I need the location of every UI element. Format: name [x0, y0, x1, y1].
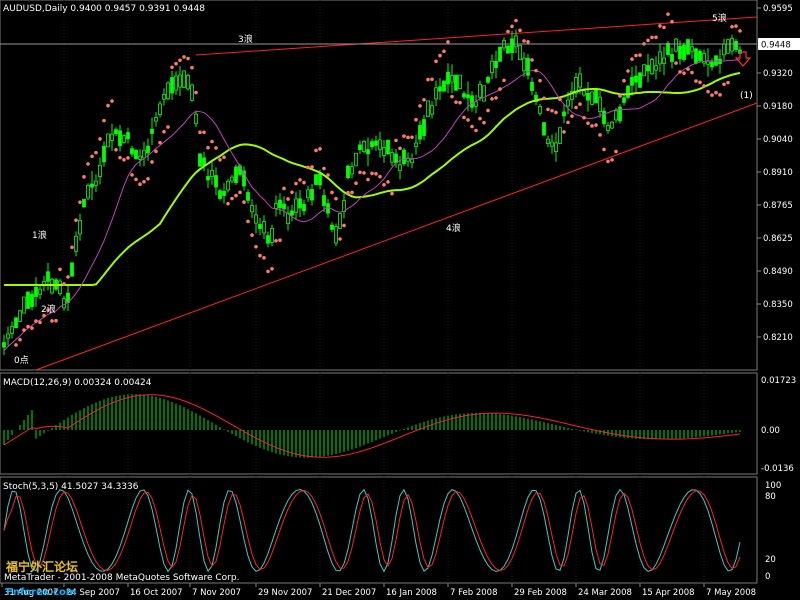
price-tick-label: 0.8490: [763, 267, 793, 277]
wave-label-5: 5浪: [712, 12, 727, 24]
time-tick-label: 24 Mar 2008: [578, 588, 632, 598]
price-tick-label: 0.8765: [763, 201, 793, 211]
price-tick-label: 0.9320: [763, 69, 793, 79]
wave-label-2: 2浪: [41, 303, 56, 315]
time-tick-label: 29 Nov 2007: [258, 588, 312, 598]
time-tick-label: 29 Feb 2008: [514, 588, 567, 598]
price-tick-label: 0.9180: [763, 102, 793, 112]
macd-header: MACD(12,26,9) 0.00324 0.00424: [3, 378, 152, 388]
time-tick-label: 21 Dec 2007: [322, 588, 376, 598]
symbol-header: AUDUSD,Daily 0.9400 0.9457 0.9391 0.9448: [3, 4, 205, 14]
time-axis: 31 Aug 2007 24 Sep 2007 16 Oct 2007 7 Nov 2…: [1, 583, 756, 598]
macd-axis: 0.01723 0.00 -0.0136: [761, 376, 796, 474]
time-tick-label: 7 Nov 2007: [192, 588, 241, 598]
time-tick-label: 16 Jan 2008: [386, 588, 437, 598]
price-axis: 0.9595 0.9320 0.9180 0.9040 0.8910 0.8765 0.86…: [757, 4, 793, 343]
copyright-label: MetaTrader - 2001-2008 MetaQuotes Softwa…: [4, 573, 239, 583]
watermark-cn: 福宁外汇论坛: [5, 559, 78, 574]
wave-label-4: 4浪: [446, 222, 461, 234]
watermark-en: Fnforex.com: [6, 587, 76, 598]
price-tick-label: 0.8910: [763, 168, 793, 178]
stoch-tick-label: 0: [765, 572, 770, 582]
time-tick-label: 7 Feb 2008: [450, 588, 498, 598]
chart-window[interactable]: 0点 1浪 2浪 3浪 4浪 5浪 (1) AUDUSD,Daily 0.940…: [0, 0, 800, 600]
price-tick-label: 0.9040: [763, 135, 793, 145]
price-tick-label: 0.8210: [763, 333, 793, 343]
price-tick-label: 0.9595: [763, 4, 793, 14]
stoch-tick-label: 80: [765, 492, 776, 502]
price-tick-label: 0.8350: [763, 300, 793, 310]
wave-label-1: 1浪: [32, 229, 47, 241]
stoch-tick-label: 20: [765, 555, 776, 565]
macd-panel[interactable]: [0, 372, 758, 475]
time-tick-label: 7 May 2008: [706, 588, 756, 598]
wave-label-sub1: (1): [740, 91, 753, 101]
macd-tick-label: 0.01723: [761, 376, 796, 386]
macd-tick-label: 0.00: [761, 426, 780, 436]
stoch-axis: 10080 20 0: [765, 481, 781, 582]
time-tick-label: 16 Oct 2007: [130, 588, 183, 598]
macd-tick-label: -0.0136: [761, 464, 794, 474]
stoch-tick-label: 100: [765, 481, 781, 491]
current-price-label: 0.9448: [761, 41, 791, 51]
wave-label-0: 0点: [14, 355, 29, 366]
time-tick-label: 15 Apr 2008: [642, 588, 695, 598]
wave-label-3: 3浪: [238, 33, 253, 45]
price-tick-label: 0.8625: [763, 234, 793, 244]
stoch-header: Stoch(5,3,5) 41.5027 34.3336: [3, 482, 139, 492]
